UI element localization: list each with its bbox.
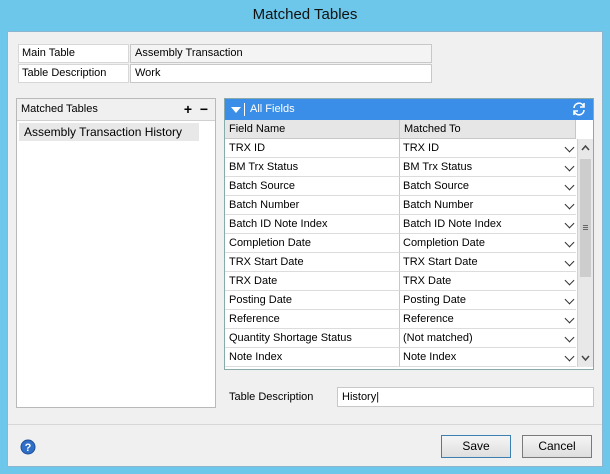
- remove-table-button[interactable]: −: [197, 99, 211, 119]
- grid-toolbar: All Fields: [225, 99, 593, 120]
- matched-to-value: TRX ID: [403, 142, 440, 154]
- table-row[interactable]: TRX Date TRX Date: [225, 272, 576, 291]
- table-row[interactable]: Quantity Shortage Status (Not matched): [225, 329, 576, 348]
- chevron-down-icon[interactable]: [564, 218, 575, 229]
- scroll-up-icon[interactable]: [580, 141, 591, 155]
- field-name-cell: Note Index: [225, 348, 400, 367]
- footer-divider: [8, 424, 602, 425]
- filter-label[interactable]: All Fields: [250, 99, 295, 120]
- chevron-down-icon[interactable]: [564, 142, 575, 153]
- field-name-cell: Reference: [225, 310, 400, 329]
- window-title: Matched Tables: [252, 6, 358, 23]
- chevron-down-icon[interactable]: [564, 332, 575, 343]
- field-name-cell: TRX Date: [225, 272, 400, 291]
- chevron-down-icon[interactable]: [564, 256, 575, 267]
- table-row[interactable]: TRX ID TRX ID: [225, 139, 576, 158]
- field-name-cell: TRX ID: [225, 139, 400, 158]
- matched-to-dropdown[interactable]: Batch ID Note Index: [400, 215, 576, 234]
- chevron-down-icon[interactable]: [564, 351, 575, 362]
- matched-to-value: Note Index: [403, 351, 457, 363]
- cancel-button[interactable]: Cancel: [522, 435, 592, 458]
- dropdown-arrow-icon[interactable]: [231, 107, 241, 113]
- field-name-cell: Batch ID Note Index: [225, 215, 400, 234]
- toolbar-divider: [244, 103, 245, 116]
- matched-to-dropdown[interactable]: TRX Start Date: [400, 253, 576, 272]
- table-row[interactable]: Batch Source Batch Source: [225, 177, 576, 196]
- matched-to-dropdown[interactable]: Batch Number: [400, 196, 576, 215]
- matched-to-dropdown[interactable]: TRX ID: [400, 139, 576, 158]
- matched-tables-window: Matched Tables Main Table Assembly Trans…: [0, 0, 610, 474]
- help-icon[interactable]: ?: [20, 439, 36, 455]
- main-table-label: Main Table: [18, 44, 129, 63]
- matched-to-value: Reference: [403, 313, 454, 325]
- field-name-cell: Posting Date: [225, 291, 400, 310]
- detail-table-description-field[interactable]: History|: [337, 387, 594, 407]
- main-table-row: Main Table Assembly Transaction: [18, 44, 432, 63]
- matched-to-value: Posting Date: [403, 294, 466, 306]
- matched-to-dropdown[interactable]: Posting Date: [400, 291, 576, 310]
- scroll-down-icon[interactable]: [580, 351, 591, 365]
- add-table-button[interactable]: +: [181, 99, 195, 119]
- chevron-down-icon[interactable]: [564, 313, 575, 324]
- vertical-scrollbar[interactable]: [577, 139, 593, 367]
- matched-to-dropdown[interactable]: Batch Source: [400, 177, 576, 196]
- table-row[interactable]: BM Trx Status BM Trx Status: [225, 158, 576, 177]
- chevron-down-icon[interactable]: [564, 294, 575, 305]
- matched-to-value: TRX Date: [403, 275, 452, 287]
- chevron-down-icon[interactable]: [564, 237, 575, 248]
- matched-to-value: BM Trx Status: [403, 161, 473, 173]
- matched-to-dropdown[interactable]: BM Trx Status: [400, 158, 576, 177]
- field-mapping-grid: All Fields Field Name Matched To TRX ID T…: [224, 98, 594, 370]
- matched-to-value: (Not matched): [403, 332, 473, 344]
- matched-to-dropdown[interactable]: Note Index: [400, 348, 576, 367]
- matched-to-value: Batch Source: [403, 180, 470, 192]
- matched-tables-header: Matched Tables + −: [17, 99, 215, 121]
- matched-to-dropdown[interactable]: Completion Date: [400, 234, 576, 253]
- grip-icon: [583, 225, 588, 226]
- matched-tables-title: Matched Tables: [21, 103, 98, 115]
- dialog-body: Main Table Assembly Transaction Table De…: [7, 31, 603, 467]
- chevron-down-icon[interactable]: [564, 275, 575, 286]
- svg-text:?: ?: [25, 442, 32, 454]
- matched-tables-panel: Matched Tables + − Assembly Transaction …: [16, 98, 216, 408]
- table-row[interactable]: Batch Number Batch Number: [225, 196, 576, 215]
- table-row[interactable]: Completion Date Completion Date: [225, 234, 576, 253]
- column-header-matched-to[interactable]: Matched To: [400, 120, 576, 139]
- matched-to-value: Batch Number: [403, 199, 474, 211]
- table-row[interactable]: Posting Date Posting Date: [225, 291, 576, 310]
- table-row[interactable]: TRX Start Date TRX Start Date: [225, 253, 576, 272]
- field-name-cell: BM Trx Status: [225, 158, 400, 177]
- field-name-cell: TRX Start Date: [225, 253, 400, 272]
- table-description-row: Table Description Work: [18, 64, 432, 83]
- table-description-field[interactable]: Work: [130, 64, 432, 83]
- matched-to-value: Completion Date: [403, 237, 485, 249]
- chevron-down-icon[interactable]: [564, 199, 575, 210]
- column-header-field-name[interactable]: Field Name: [225, 120, 400, 139]
- chevron-down-icon[interactable]: [564, 180, 575, 191]
- field-name-cell: Batch Number: [225, 196, 400, 215]
- matched-to-value: TRX Start Date: [403, 256, 478, 268]
- field-name-cell: Quantity Shortage Status: [225, 329, 400, 348]
- field-name-cell: Batch Source: [225, 177, 400, 196]
- table-row[interactable]: Batch ID Note Index Batch ID Note Index: [225, 215, 576, 234]
- main-table-value: Assembly Transaction: [130, 44, 432, 63]
- field-name-cell: Completion Date: [225, 234, 400, 253]
- detail-table-description-label: Table Description: [229, 391, 314, 403]
- save-button[interactable]: Save: [441, 435, 511, 458]
- matched-to-dropdown[interactable]: TRX Date: [400, 272, 576, 291]
- chevron-down-icon[interactable]: [564, 161, 575, 172]
- refresh-icon[interactable]: [571, 101, 587, 117]
- table-row[interactable]: Reference Reference: [225, 310, 576, 329]
- table-row[interactable]: Note Index Note Index: [225, 348, 576, 367]
- header-section: Main Table Assembly Transaction Table De…: [18, 44, 432, 84]
- scroll-thumb[interactable]: [580, 159, 591, 277]
- table-description-label: Table Description: [18, 64, 129, 83]
- matched-to-dropdown[interactable]: (Not matched): [400, 329, 576, 348]
- matched-table-item[interactable]: Assembly Transaction History: [19, 123, 199, 141]
- matched-to-dropdown[interactable]: Reference: [400, 310, 576, 329]
- matched-to-value: Batch ID Note Index: [403, 218, 502, 230]
